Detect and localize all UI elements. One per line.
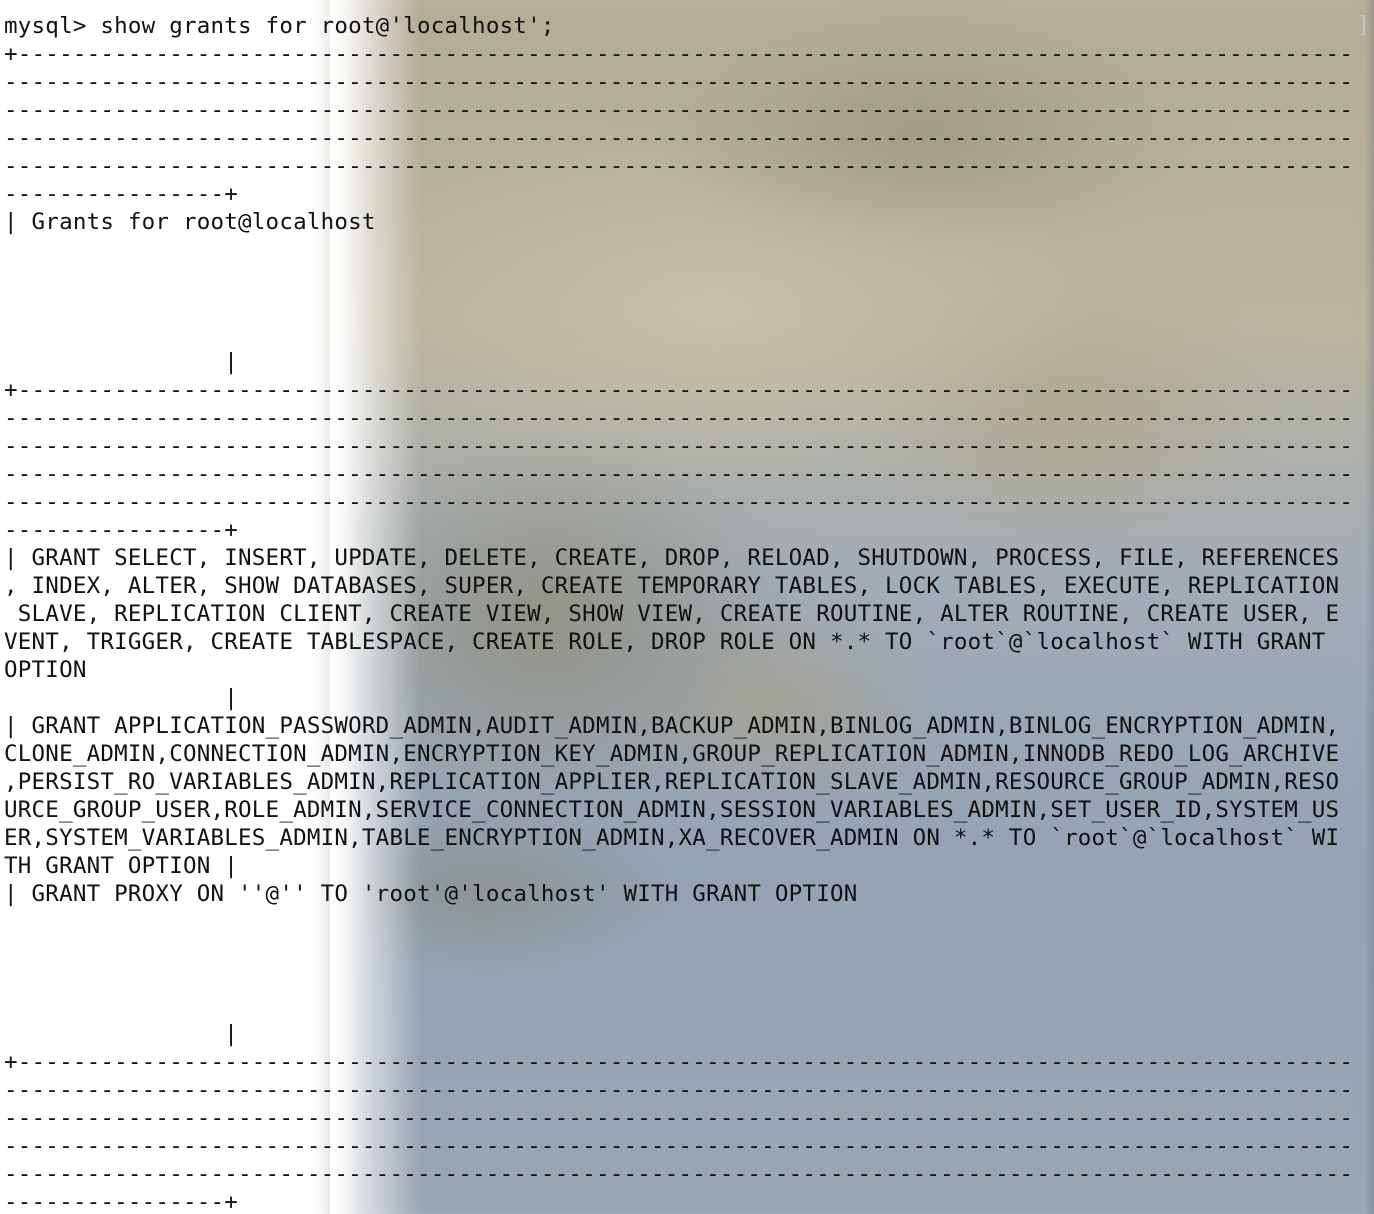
terminal-line: VENT, TRIGGER, CREATE TABLESPACE, CREATE… [4, 629, 1326, 655]
terminal-line: ----------------------------------------… [4, 1161, 1354, 1187]
terminal-line: ----------------+ [4, 517, 239, 543]
terminal-line: | [4, 1021, 239, 1047]
terminal-line: ----------------------------------------… [4, 461, 1354, 487]
terminal-line: ----------------------------------------… [4, 69, 1354, 95]
command-prompt-line[interactable]: mysql> show grants for root@'localhost'; [4, 12, 1366, 40]
terminal-line: | GRANT APPLICATION_PASSWORD_ADMIN,AUDIT… [4, 713, 1340, 739]
terminal-line: ,PERSIST_RO_VARIABLES_ADMIN,REPLICATION_… [4, 769, 1340, 795]
terminal-line: ----------------+ [4, 181, 239, 207]
terminal-line: ----------------------------------------… [4, 405, 1354, 431]
terminal-line: TH GRANT OPTION | [4, 853, 239, 879]
terminal-line: ----------------------------------------… [4, 97, 1354, 123]
terminal-output[interactable]: mysql> show grants for root@'localhost';… [4, 12, 1366, 1214]
terminal-line: OPTION [4, 657, 87, 683]
terminal-line: +---------------------------------------… [4, 41, 1354, 67]
terminal-line: | [4, 349, 239, 375]
terminal-window: ] mysql> show grants for root@'localhost… [0, 0, 1374, 1214]
terminal-line: ----------------------------------------… [4, 125, 1354, 151]
terminal-line: ER,SYSTEM_VARIABLES_ADMIN,TABLE_ENCRYPTI… [4, 825, 1340, 851]
terminal-line: | GRANT PROXY ON ''@'' TO 'root'@'localh… [4, 881, 858, 907]
terminal-line: ----------------+ [4, 1189, 239, 1214]
terminal-line: URCE_GROUP_USER,ROLE_ADMIN,SERVICE_CONNE… [4, 797, 1340, 823]
terminal-line: ----------------------------------------… [4, 153, 1354, 179]
terminal-line: SLAVE, REPLICATION CLIENT, CREATE VIEW, … [4, 601, 1340, 627]
terminal-line: CLONE_ADMIN,CONNECTION_ADMIN,ENCRYPTION_… [4, 741, 1340, 767]
terminal-line: ----------------------------------------… [4, 489, 1354, 515]
terminal-line: | [4, 685, 239, 711]
terminal-line: | GRANT SELECT, INSERT, UPDATE, DELETE, … [4, 545, 1340, 571]
terminal-line: +---------------------------------------… [4, 377, 1354, 403]
terminal-line: ----------------------------------------… [4, 1105, 1354, 1131]
terminal-line: +---------------------------------------… [4, 1049, 1354, 1075]
terminal-line: ----------------------------------------… [4, 1133, 1354, 1159]
terminal-line: , INDEX, ALTER, SHOW DATABASES, SUPER, C… [4, 573, 1340, 599]
terminal-line: | Grants for root@localhost [4, 209, 376, 235]
terminal-line: ----------------------------------------… [4, 433, 1354, 459]
terminal-line: ----------------------------------------… [4, 1077, 1354, 1103]
